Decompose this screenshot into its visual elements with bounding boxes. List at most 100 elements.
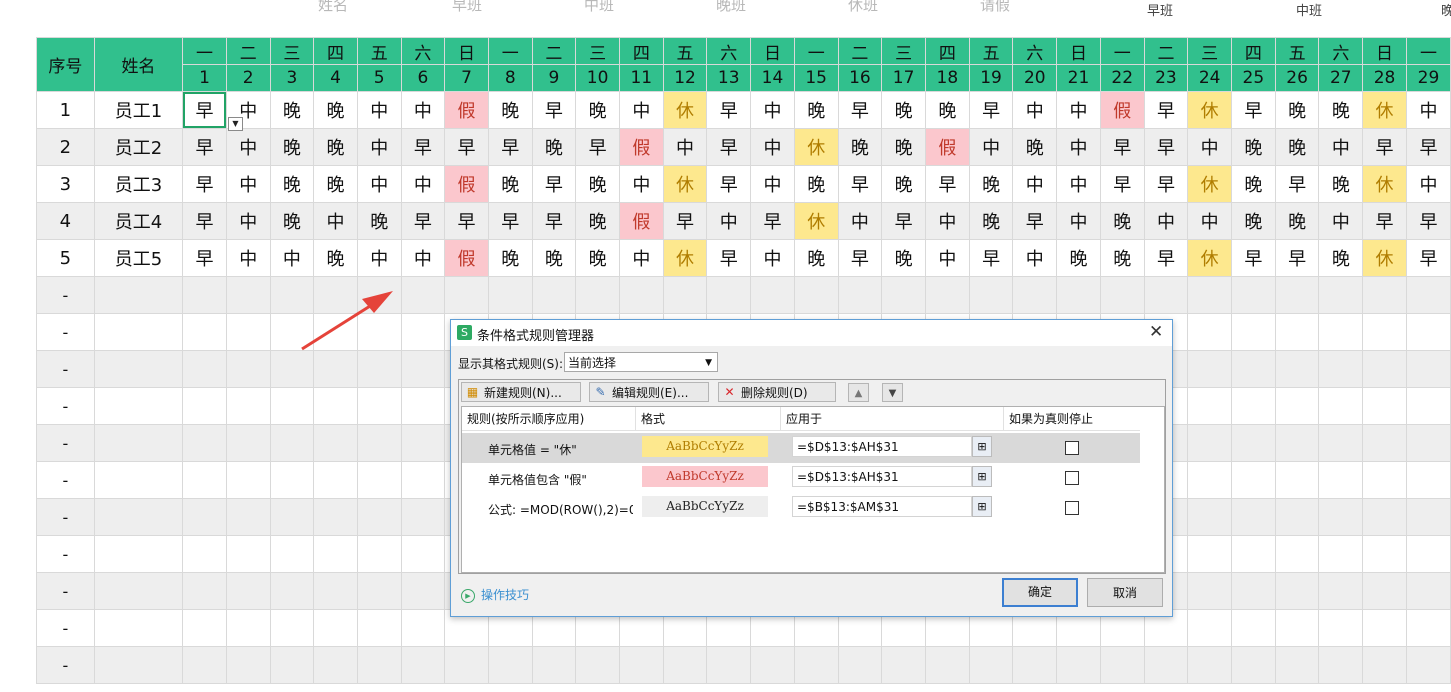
- empty-cell[interactable]: [356, 276, 402, 314]
- header-day[interactable]: 18: [924, 64, 970, 92]
- range-picker-icon[interactable]: ⊞: [972, 496, 992, 517]
- applies-to-field[interactable]: =$B$13:$AM$31: [792, 496, 972, 517]
- empty-cell[interactable]: [356, 572, 402, 610]
- shift-cell[interactable]: 中: [400, 239, 446, 277]
- empty-cell[interactable]: [356, 350, 402, 388]
- shift-cell[interactable]: 中: [1012, 239, 1058, 277]
- shift-cell[interactable]: 早: [1362, 128, 1407, 166]
- employee-name-cell[interactable]: 员工4: [93, 202, 184, 240]
- empty-cell[interactable]: [1231, 646, 1276, 684]
- shift-cell[interactable]: 早: [1362, 202, 1407, 240]
- shift-cell[interactable]: 中: [968, 128, 1014, 166]
- shift-cell[interactable]: 晚: [1274, 128, 1320, 166]
- empty-cell[interactable]: [1231, 276, 1276, 314]
- shift-cell[interactable]: 中: [356, 165, 402, 203]
- shift-cell[interactable]: 中: [924, 239, 970, 277]
- shift-cell[interactable]: 早: [1405, 239, 1451, 277]
- empty-cell[interactable]: [1231, 609, 1276, 647]
- shift-cell[interactable]: 晚: [487, 239, 533, 277]
- empty-cell[interactable]: [793, 646, 839, 684]
- empty-cell[interactable]: [1362, 609, 1407, 647]
- shift-cell[interactable]: 中: [750, 239, 795, 277]
- shift-cell[interactable]: 中: [1056, 202, 1101, 240]
- shift-cell[interactable]: 中: [400, 165, 446, 203]
- empty-cell[interactable]: [93, 535, 184, 573]
- shift-cell[interactable]: 休: [662, 239, 708, 277]
- shift-cell[interactable]: 晚: [531, 128, 577, 166]
- empty-cell[interactable]: [1405, 572, 1451, 610]
- empty-cell[interactable]: [444, 276, 489, 314]
- empty-cell[interactable]: [313, 646, 358, 684]
- shift-cell[interactable]: 早: [400, 128, 446, 166]
- header-day[interactable]: 24: [1187, 64, 1233, 92]
- empty-cell[interactable]: [93, 313, 184, 351]
- empty-cell[interactable]: [1405, 424, 1451, 462]
- dialog-title-bar[interactable]: S 条件格式规则管理器 ✕: [451, 320, 1172, 346]
- empty-cell[interactable]: [182, 313, 227, 351]
- empty-cell[interactable]: [1274, 313, 1320, 351]
- shift-cell[interactable]: 早: [182, 128, 227, 166]
- empty-cell[interactable]: [662, 276, 708, 314]
- shift-cell[interactable]: 晚: [793, 91, 839, 129]
- empty-cell[interactable]: [1405, 313, 1451, 351]
- empty-cell[interactable]: [1405, 276, 1451, 314]
- shift-cell[interactable]: 早: [444, 128, 489, 166]
- row-seq-cell[interactable]: -: [36, 461, 95, 499]
- header-weekday[interactable]: 日: [1056, 37, 1101, 65]
- shift-cell[interactable]: 早: [706, 128, 752, 166]
- shift-cell[interactable]: 早: [1274, 239, 1320, 277]
- shift-cell[interactable]: 晚: [1099, 202, 1145, 240]
- empty-cell[interactable]: [1099, 646, 1145, 684]
- empty-cell[interactable]: [706, 646, 752, 684]
- shift-cell[interactable]: 中: [1056, 128, 1101, 166]
- row-seq-cell[interactable]: -: [36, 424, 95, 462]
- header-day[interactable]: 20: [1012, 64, 1058, 92]
- empty-cell[interactable]: [313, 424, 358, 462]
- empty-cell[interactable]: [1405, 535, 1451, 573]
- rule-scope-select[interactable]: 当前选择 ▼: [564, 352, 718, 372]
- empty-cell[interactable]: [313, 350, 358, 388]
- shift-cell[interactable]: 中: [1405, 91, 1451, 129]
- empty-cell[interactable]: [1274, 350, 1320, 388]
- row-seq-cell[interactable]: -: [36, 572, 95, 610]
- empty-cell[interactable]: [706, 276, 752, 314]
- empty-cell[interactable]: [1362, 461, 1407, 499]
- shift-cell[interactable]: 晚: [1231, 165, 1276, 203]
- empty-cell[interactable]: [1274, 461, 1320, 499]
- empty-cell[interactable]: [356, 498, 402, 536]
- shift-cell[interactable]: 晚: [487, 165, 533, 203]
- shift-cell[interactable]: 中: [400, 91, 446, 129]
- row-seq-cell[interactable]: 3: [36, 165, 95, 203]
- empty-cell[interactable]: [1187, 387, 1233, 425]
- empty-cell[interactable]: [400, 387, 446, 425]
- empty-cell[interactable]: [1405, 498, 1451, 536]
- header-weekday[interactable]: 三: [269, 37, 315, 65]
- shift-cell[interactable]: 中: [1012, 165, 1058, 203]
- row-seq-cell[interactable]: -: [36, 350, 95, 388]
- shift-cell[interactable]: 早: [182, 202, 227, 240]
- empty-cell[interactable]: [487, 646, 533, 684]
- shift-cell[interactable]: 早: [1231, 91, 1276, 129]
- empty-cell[interactable]: [400, 498, 446, 536]
- empty-cell[interactable]: [269, 572, 315, 610]
- shift-cell[interactable]: 假: [444, 239, 489, 277]
- empty-cell[interactable]: [924, 276, 970, 314]
- header-day[interactable]: 8: [487, 64, 533, 92]
- header-day[interactable]: 12: [662, 64, 708, 92]
- move-down-button[interactable]: ▼: [882, 383, 903, 402]
- empty-cell[interactable]: [182, 535, 227, 573]
- empty-cell[interactable]: [225, 498, 271, 536]
- rule-row[interactable]: 单元格值包含 "假" AaBbCcYyZz =$D$13:$AH$31 ⊞: [462, 463, 1140, 493]
- shift-cell[interactable]: 早: [487, 202, 533, 240]
- shift-cell[interactable]: 早: [531, 165, 577, 203]
- header-weekday[interactable]: 一: [1099, 37, 1145, 65]
- empty-cell[interactable]: [1362, 535, 1407, 573]
- empty-cell[interactable]: [1231, 498, 1276, 536]
- shift-cell[interactable]: 晚: [1231, 202, 1276, 240]
- empty-cell[interactable]: [575, 646, 620, 684]
- close-icon[interactable]: ✕: [1149, 322, 1163, 342]
- header-weekday[interactable]: 六: [1318, 37, 1364, 65]
- header-weekday[interactable]: 一: [487, 37, 533, 65]
- empty-cell[interactable]: [1318, 498, 1364, 536]
- shift-cell[interactable]: 晚: [793, 165, 839, 203]
